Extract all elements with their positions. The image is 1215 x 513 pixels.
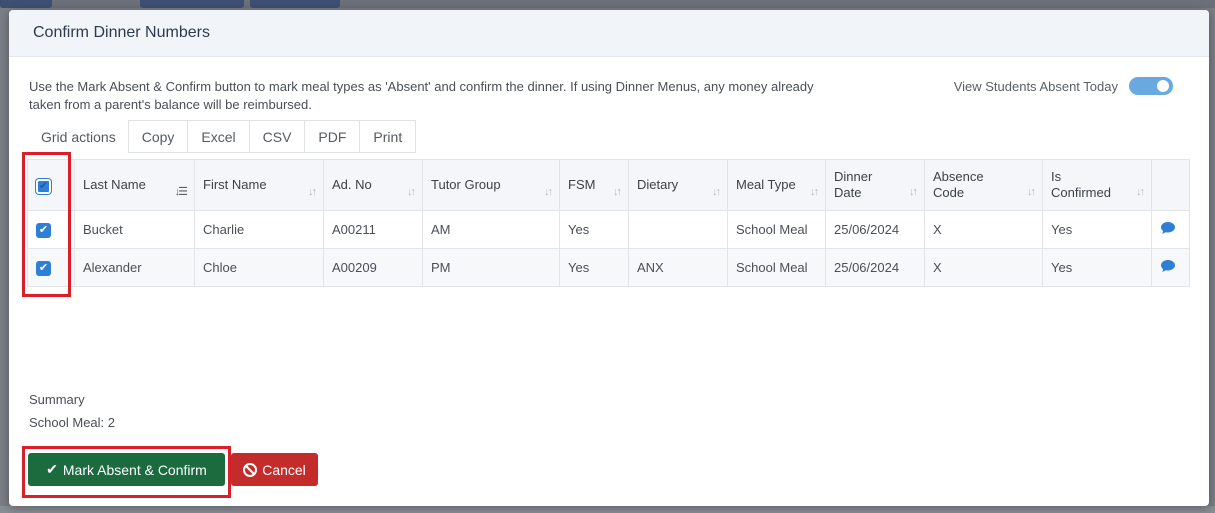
background-tab [0, 0, 52, 8]
column-header-absence-code[interactable]: Absence Code ↓↑ [924, 159, 1043, 211]
cancel-label: Cancel [262, 461, 306, 478]
sort-icon: ↓↑ [810, 186, 819, 198]
grid-actions-bar: Grid actions Copy Excel CSV PDF Print [30, 120, 417, 153]
comment-icon[interactable] [1160, 221, 1176, 239]
cancel-button[interactable]: Cancel [231, 453, 318, 486]
cell-tutor-group: PM [422, 248, 560, 287]
cell-meal-type: School Meal [727, 248, 826, 287]
copy-button[interactable]: Copy [127, 120, 189, 153]
table-header-row: ✔ Last Name ↓☰ First Name ↓↑ Ad. No ↓↑ Tuto… [27, 159, 1190, 211]
cell-is-confirmed: Yes [1042, 248, 1152, 287]
sort-icon: ↓↑ [613, 186, 622, 198]
grid-actions-label: Grid actions [41, 128, 116, 145]
cell-absence-code: X [924, 248, 1043, 287]
column-header-ad-no[interactable]: Ad. No ↓↑ [323, 159, 423, 211]
cell-last-name: Bucket [74, 210, 195, 249]
column-header-dinner-date[interactable]: Dinner Date ↓↑ [825, 159, 925, 211]
modal-title: Confirm Dinner Numbers [33, 24, 210, 41]
comment-icon[interactable] [1160, 259, 1176, 277]
cell-dinner-date: 25/06/2024 [825, 210, 925, 249]
row-checkbox-cell: ✔ [27, 248, 75, 287]
sort-icon: ↓↑ [1136, 186, 1145, 198]
column-header-first-name[interactable]: First Name ↓↑ [194, 159, 324, 211]
row-checkbox-cell: ✔ [27, 210, 75, 249]
sort-icon: ↓↑ [712, 186, 721, 198]
view-absent-toggle-group: View Students Absent Today [954, 77, 1173, 95]
cell-dinner-date: 25/06/2024 [825, 248, 925, 287]
cell-meal-type: School Meal [727, 210, 826, 249]
mark-absent-confirm-label: Mark Absent & Confirm [62, 461, 207, 478]
table-row[interactable]: ✔ Alexander Chloe A00209 PM Yes ANX Scho… [27, 248, 1190, 287]
cell-dietary: ANX [628, 248, 728, 287]
summary-section: Summary School Meal: 2 [29, 388, 115, 434]
row-checkbox[interactable]: ✔ [36, 223, 51, 238]
sort-icon: ↓↑ [1027, 186, 1036, 198]
cell-fsm: Yes [559, 210, 629, 249]
column-header-dietary[interactable]: Dietary ↓↑ [628, 159, 728, 211]
view-absent-toggle-label: View Students Absent Today [953, 78, 1118, 94]
mark-absent-confirm-button[interactable]: ✔ Mark Absent & Confirm [28, 453, 225, 486]
column-header-actions [1151, 159, 1190, 211]
view-absent-toggle[interactable] [1129, 77, 1173, 95]
cell-last-name: Alexander [74, 248, 195, 287]
cell-dietary [628, 210, 728, 249]
cell-absence-code: X [924, 210, 1043, 249]
intro-text: Use the Mark Absent & Confirm button to … [29, 79, 814, 112]
cell-ad-no: A00209 [323, 248, 423, 287]
cell-ad-no: A00211 [323, 210, 423, 249]
modal-header: Confirm Dinner Numbers [9, 10, 1209, 57]
pdf-button[interactable]: PDF [305, 120, 361, 153]
sort-icon: ↓↑ [407, 186, 416, 198]
table-row[interactable]: ✔ Bucket Charlie A00211 AM Yes School Me… [27, 210, 1190, 249]
print-button[interactable]: Print [360, 120, 417, 153]
column-header-meal-type[interactable]: Meal Type ↓↑ [727, 159, 826, 211]
background-tab [140, 0, 244, 8]
sort-desc-icon: ↓☰ [174, 186, 188, 198]
summary-heading: Summary [29, 392, 85, 407]
excel-button[interactable]: Excel [188, 120, 250, 153]
cell-actions [1151, 210, 1190, 249]
select-all-checkbox[interactable]: ✔ [36, 178, 51, 194]
background-tab-bar [0, 0, 1215, 8]
row-checkbox[interactable]: ✔ [36, 261, 51, 276]
check-icon: ✔ [38, 224, 49, 236]
csv-button[interactable]: CSV [249, 120, 306, 153]
select-all-cell: ✔ [27, 159, 75, 211]
column-header-tutor-group[interactable]: Tutor Group ↓↑ [422, 159, 560, 211]
column-header-fsm[interactable]: FSM ↓↑ [559, 159, 629, 211]
column-header-last-name[interactable]: Last Name ↓☰ [74, 159, 195, 211]
sort-icon: ↓↑ [544, 186, 553, 198]
confirm-dinner-modal: Confirm Dinner Numbers Use the Mark Abse… [9, 10, 1209, 506]
sort-icon: ↓↑ [909, 186, 918, 198]
summary-school-meal-count: School Meal: 2 [29, 415, 115, 430]
check-icon: ✔ [38, 262, 49, 274]
sort-icon: ↓↑ [308, 186, 317, 198]
check-icon: ✔ [46, 461, 58, 477]
background-page-bottom [0, 506, 1215, 513]
check-icon: ✔ [38, 179, 49, 192]
cell-tutor-group: AM [422, 210, 560, 249]
background-tab [250, 0, 340, 8]
cell-is-confirmed: Yes [1042, 210, 1152, 249]
cell-fsm: Yes [559, 248, 629, 287]
toggle-knob [1157, 80, 1169, 92]
column-header-is-confirmed[interactable]: Is Confirmed ↓↑ [1042, 159, 1152, 211]
ban-icon [243, 462, 258, 477]
cell-actions [1151, 248, 1190, 287]
cell-first-name: Charlie [194, 210, 324, 249]
dinner-table: ✔ Last Name ↓☰ First Name ↓↑ Ad. No ↓↑ Tuto… [27, 159, 1190, 287]
cell-first-name: Chloe [194, 248, 324, 287]
